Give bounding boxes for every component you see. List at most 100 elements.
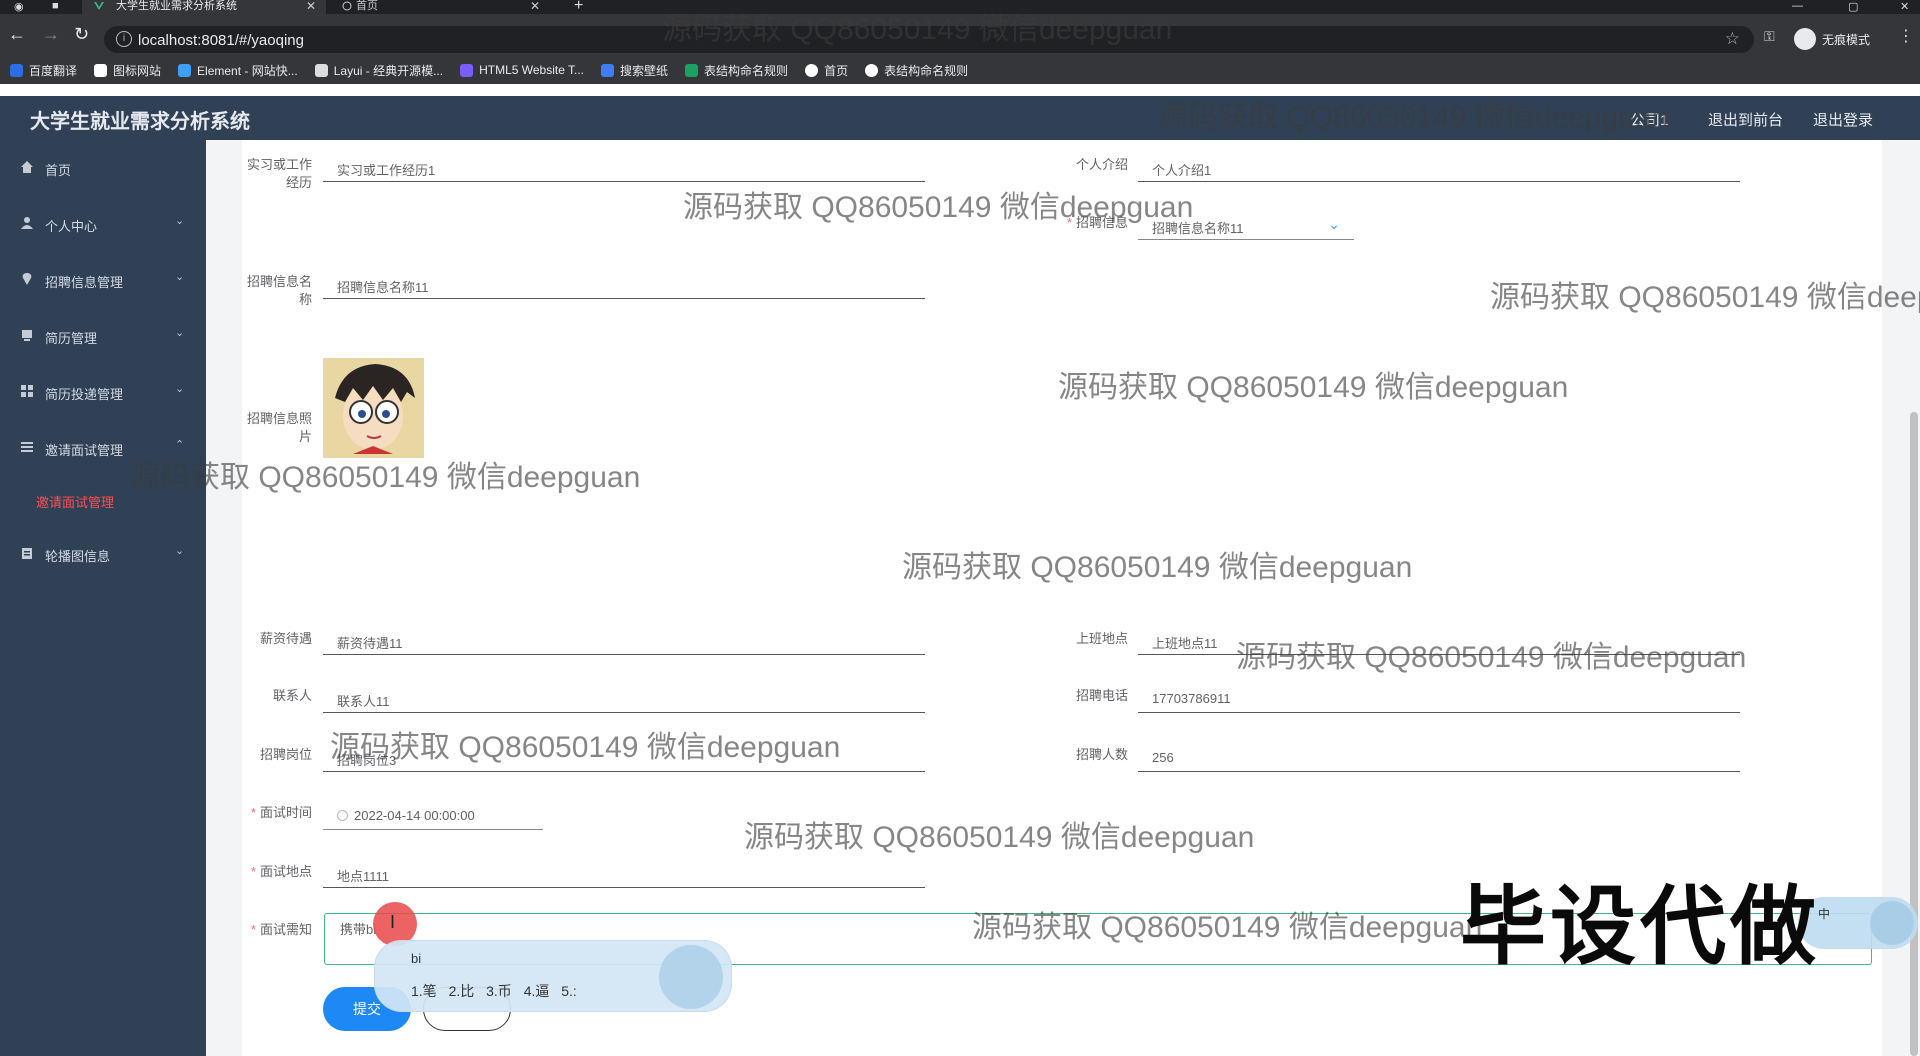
logout-link[interactable]: 退出登录 (1813, 109, 1873, 130)
interview-time-label: * 面试时间 (250, 805, 312, 820)
incognito-label: 无痕模式 (1822, 32, 1871, 47)
ime-candidates[interactable]: 1.笔 2.比 3.币 4.逼 5.: (411, 981, 577, 1001)
internship-field[interactable]: 实习或工作经历1 (323, 152, 925, 182)
sidebar-item-label: 个人中心 (45, 219, 98, 234)
bookmark-item[interactable]: Layui - 经典开源模... (314, 62, 444, 79)
bookmark-label: HTML5 Website T... (479, 63, 585, 77)
bookmark-label: 搜索壁纸 (620, 63, 669, 78)
ime-candidate-window[interactable]: bi 1.笔 2.比 3.币 4.逼 5.: (374, 940, 732, 1012)
text-cursor-icon: I (390, 912, 396, 932)
flag-icon (94, 63, 108, 77)
sidebar-item-delivery[interactable]: 简历投递管理 ⌄ (0, 372, 206, 412)
interview-place-field[interactable]: 地点1111 (323, 858, 925, 888)
user-icon (21, 217, 33, 229)
watermark: 源码获取 QQ86050149 微信deepguan (1158, 101, 1669, 134)
contact-field[interactable]: 联系人11 (323, 683, 925, 713)
baidu-icon (10, 63, 23, 77)
watermark: 源码获取 QQ86050149 微信deepguan (662, 13, 1173, 46)
internship-label: 实习或工作经历 (246, 157, 312, 190)
ime-tray-icon (1870, 901, 1914, 945)
url-text[interactable]: localhost:8081/#/yaoqing (138, 32, 304, 49)
maximize-icon[interactable]: ▢ (1848, 0, 1858, 13)
bookmark-item[interactable]: HTML5 Website T... (460, 63, 584, 77)
tab-title: 大学生就业需求分析系统 (116, 0, 237, 12)
bookmark-item[interactable]: 百度翻译 (10, 62, 77, 79)
sidebar-item-carousel[interactable]: 轮播图信息 ⌄ (0, 534, 206, 574)
sidebar-item-label: 招聘信息管理 (45, 275, 124, 290)
bookmark-label: 表结构命名规则 (704, 63, 789, 78)
watermark: 源码获取 QQ86050149 微信deepguan (130, 461, 641, 494)
sidebar-item-label: 简历管理 (45, 331, 98, 346)
bookmark-label: 首页 (824, 63, 849, 78)
clipboard-icon (22, 548, 32, 559)
position-label: 招聘岗位 (259, 747, 312, 762)
watermark: 源码获取 QQ86050149 微信deepguan (972, 911, 1483, 944)
tab-inactive[interactable]: 首页 ✕ (330, 0, 550, 14)
chevron-down-icon: ⌄ (175, 271, 185, 283)
sidebar-item-home[interactable]: 首页 (0, 148, 206, 188)
job-name-label: 招聘信息名称 (246, 274, 312, 307)
watermark: 源码获取 QQ86050149 微信deepguan (330, 731, 841, 764)
job-photo-label: 招聘信息照片 (246, 411, 312, 444)
new-tab-icon[interactable]: + (574, 0, 583, 15)
bookmark-label: 百度翻译 (29, 63, 78, 78)
bookmark-item[interactable]: 表结构命名规则 (865, 62, 968, 79)
close-tab-icon[interactable]: ✕ (306, 0, 316, 12)
back-icon[interactable]: ← (8, 24, 26, 45)
incognito-indicator[interactable]: 无痕模式 (1794, 28, 1870, 50)
bookmark-label: Layui - 经典开源模... (333, 63, 444, 78)
phone-field[interactable]: 17703786911 (1138, 683, 1740, 713)
sheet-icon (685, 63, 699, 77)
minimize-icon[interactable]: — (1792, 0, 1803, 12)
clock-icon (337, 810, 348, 821)
ime-composition: bi (411, 951, 422, 966)
job-name-field[interactable]: 招聘信息名称11 (323, 269, 925, 299)
key-icon[interactable]: ⚿ (1764, 28, 1775, 45)
bookmark-label: Element - 网站快... (197, 63, 298, 78)
interview-time-picker[interactable]: 2022-04-14 00:00:00 (323, 800, 543, 830)
reload-icon[interactable]: ↻ (74, 24, 89, 45)
bookmarks-bar: 百度翻译 图标网站 Element - 网站快... Layui - 经典开源模… (0, 56, 1920, 84)
tab-search-icon[interactable]: ■ (52, 0, 59, 12)
tab-active[interactable]: 大学生就业需求分析系统 ✕ (82, 0, 326, 14)
site-info-icon[interactable]: i (116, 31, 132, 47)
close-tab-icon[interactable]: ✕ (530, 0, 540, 12)
sidebar-item-resume[interactable]: 简历管理 ⌄ (0, 316, 206, 356)
close-window-icon[interactable]: ✕ (1900, 0, 1909, 13)
intro-field[interactable]: 个人介绍1 (1138, 152, 1740, 182)
cartoon-avatar-icon (323, 358, 424, 458)
bookmark-item[interactable]: 图标网站 (94, 62, 161, 79)
headcount-label: 招聘人数 (1075, 747, 1128, 762)
workplace-label: 上班地点 (1075, 631, 1128, 646)
globe-icon (342, 1, 352, 11)
promo-stamp: 毕设代做 (1460, 879, 1820, 975)
intro-label: 个人介绍 (1075, 157, 1128, 172)
watermark: 源码获取 QQ86050149 微信deepguan (744, 821, 1255, 854)
bookmark-item[interactable]: Element - 网站快... (178, 62, 298, 79)
interview-time-value: 2022-04-14 00:00:00 (354, 808, 475, 823)
bookmark-item[interactable]: 搜索壁纸 (601, 62, 668, 79)
headcount-field[interactable]: 256 (1138, 742, 1740, 772)
resume-icon (22, 330, 32, 341)
home-icon (21, 161, 33, 173)
bookmark-item[interactable]: 首页 (805, 62, 848, 79)
bookmark-star-icon[interactable]: ☆ (1725, 29, 1740, 49)
salary-field[interactable]: 薪资待遇11 (323, 625, 925, 655)
ime-orb-icon (659, 945, 723, 1009)
page-scrollbar[interactable] (1910, 412, 1918, 1056)
salary-label: 薪资待遇 (259, 631, 312, 646)
chevron-down-icon: ⌄ (1328, 216, 1340, 232)
browser-menu-icon[interactable]: ⋮ (1898, 26, 1914, 46)
sidebar-item-label: 简历投递管理 (45, 387, 124, 402)
to-front-link[interactable]: 退出到前台 (1708, 109, 1783, 130)
job-photo-image (323, 358, 424, 458)
sidebar-item-label: 首页 (45, 163, 72, 178)
bookmark-item[interactable]: 表结构命名规则 (685, 62, 788, 79)
sidebar-item-jobs[interactable]: 招聘信息管理 ⌄ (0, 260, 206, 300)
watermark: 源码获取 QQ86050149 微信deepguan (1236, 641, 1747, 674)
sidebar-item-label: 轮播图信息 (45, 549, 111, 564)
sidebar-subitem-interview[interactable]: 邀请面试管理 (36, 492, 114, 511)
forward-icon[interactable]: → (42, 24, 60, 45)
sidebar-item-profile[interactable]: 个人中心 ⌄ (0, 204, 206, 244)
interview-place-label: * 面试地点 (250, 864, 312, 879)
